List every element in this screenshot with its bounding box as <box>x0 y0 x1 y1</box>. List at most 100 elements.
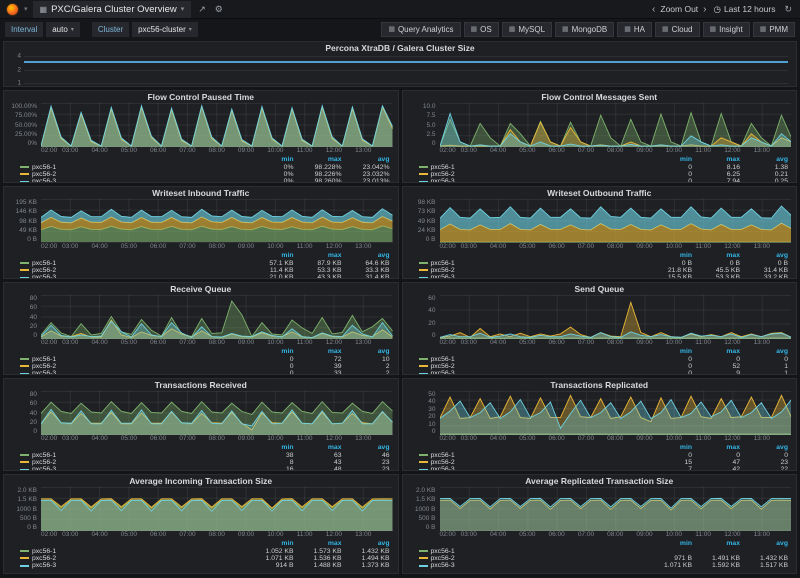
time-range-picker[interactable]: ◷ Last 12 hours <box>714 4 776 15</box>
chart-writeset-inbound-traffic[interactable] <box>41 199 393 243</box>
legend-series-pxc56-3[interactable]: pxc56-3 <box>20 466 246 471</box>
nav-button-mysql[interactable]: ▦MySQL <box>502 22 552 37</box>
nav-button-ha[interactable]: ▦HA <box>617 22 652 37</box>
legend-series-pxc56-1[interactable]: pxc56-1 <box>419 356 645 363</box>
legend-series-label: pxc56-2 <box>431 459 455 466</box>
nav-button-pmm[interactable]: ▦PMM <box>753 22 795 37</box>
y-tick-label: 98 KB <box>418 199 436 206</box>
time-back-icon[interactable]: ‹ <box>652 4 655 15</box>
legend-series-pxc56-3[interactable]: pxc56-3 <box>419 274 645 279</box>
chart-avg-incoming-transaction-size[interactable] <box>41 487 393 531</box>
legend-series-pxc56-1[interactable]: pxc56-1 <box>419 548 645 555</box>
panel-title[interactable]: Flow Control Messages Sent <box>403 91 797 103</box>
legend: minmaxavgpxc56-157.1 KB87.9 KB64.6 KBpxc… <box>4 252 398 279</box>
dashboard-picker[interactable]: ▦ PXC/Galera Cluster Overview ▾ <box>33 1 192 18</box>
legend-series-pxc56-3[interactable]: pxc56-3 <box>20 370 246 375</box>
chart-send-queue[interactable] <box>440 295 792 339</box>
chart-transactions-replicated[interactable] <box>440 391 792 435</box>
legend-series-pxc56-3[interactable]: pxc56-3 <box>20 178 246 183</box>
legend-series-pxc56-2[interactable]: pxc56-2 <box>20 555 246 562</box>
legend-series-pxc56-1[interactable]: pxc56-1 <box>419 452 645 459</box>
legend-header: minmaxavg <box>20 348 390 355</box>
chart-flow-control-messages-sent[interactable] <box>440 103 792 147</box>
legend-series-pxc56-1[interactable]: pxc56-1 <box>20 548 246 555</box>
legend-series-pxc56-3[interactable]: pxc56-3 <box>20 274 246 279</box>
x-tick-label: 06:00 <box>150 435 166 442</box>
legend-series-pxc56-3[interactable]: pxc56-3 <box>419 178 645 183</box>
nav-button-query-analytics[interactable]: ▦Query Analytics <box>381 22 460 37</box>
panel-title[interactable]: Writeset Inbound Traffic <box>4 187 398 199</box>
plot-row: 100.00%75.00%50.00%25.00%0% <box>4 103 393 147</box>
legend-value: 1.592 KB <box>692 562 740 569</box>
panel-title[interactable]: Transactions Replicated <box>403 379 797 391</box>
x-tick-label: 05:00 <box>121 435 137 442</box>
legend-series-pxc56-3[interactable]: pxc56-3 <box>419 466 645 471</box>
panel-title[interactable]: Flow Control Paused Time <box>4 91 398 103</box>
x-tick-label: 10:00 <box>267 243 283 250</box>
x-axis: 02:0003:0004:0005:0006:0007:0008:0009:00… <box>440 435 792 443</box>
x-tick-label: 11:00 <box>695 243 711 250</box>
legend-series-pxc56-2[interactable]: pxc56-2 <box>20 459 246 466</box>
share-icon[interactable]: ↗ <box>196 4 208 15</box>
panel-title[interactable]: Transactions Received <box>4 379 398 391</box>
series-swatch <box>419 550 428 552</box>
nav-button-os[interactable]: ▦OS <box>464 22 499 37</box>
legend-series-pxc56-1[interactable]: pxc56-1 <box>20 356 246 363</box>
panel-title[interactable]: Receive Queue <box>4 283 398 295</box>
chart-transactions-received[interactable] <box>41 391 393 435</box>
legend-series-pxc56-2[interactable]: pxc56-2 <box>419 171 645 178</box>
legend-series-pxc56-2[interactable]: pxc56-2 <box>20 171 246 178</box>
legend-value: 21.0 KB <box>246 274 294 279</box>
gear-icon[interactable]: ⚙ <box>213 4 225 15</box>
grafana-menu-caret-icon[interactable]: ▾ <box>24 5 28 13</box>
chart-receive-queue[interactable] <box>41 295 393 339</box>
panel-title[interactable]: Average Incoming Transaction Size <box>4 475 398 487</box>
nav-button-mongodb[interactable]: ▦MongoDB <box>555 22 614 37</box>
legend-value: 914 B <box>246 562 294 569</box>
legend-series-pxc56-1[interactable]: pxc56-1 <box>20 452 246 459</box>
x-tick-label: 07:00 <box>578 435 594 442</box>
legend-series-label: pxc56-1 <box>431 548 455 555</box>
x-tick-label: 13:00 <box>355 147 371 154</box>
legend-series-pxc56-2[interactable]: pxc56-2 <box>20 363 246 370</box>
cluster-label: Cluster <box>92 22 129 37</box>
chart-flow-control-paused-time[interactable] <box>41 103 393 147</box>
nav-button-cloud[interactable]: ▦Cloud <box>655 22 700 37</box>
legend-row: pxc56-30%98.260%23.013% <box>20 178 390 183</box>
legend-value: 38 <box>246 452 294 459</box>
refresh-icon[interactable]: ↻ <box>782 4 794 15</box>
legend-value: 1.432 KB <box>740 555 788 562</box>
legend-value: 23 <box>740 459 788 466</box>
chart-avg-replicated-transaction-size[interactable] <box>440 487 792 531</box>
plot-row: 806040200 <box>4 295 393 339</box>
legend-series-pxc56-1[interactable]: pxc56-1 <box>419 164 645 171</box>
dashboard-title: PXC/Galera Cluster Overview <box>51 4 177 15</box>
legend-series-pxc56-3[interactable]: pxc56-3 <box>419 562 645 569</box>
legend-series-pxc56-3[interactable]: pxc56-3 <box>20 562 246 569</box>
cluster-dropdown[interactable]: pxc56-cluster ▾ <box>132 22 198 37</box>
time-forward-icon[interactable]: › <box>703 4 706 15</box>
legend-series-pxc56-2[interactable]: pxc56-2 <box>419 459 645 466</box>
legend-series-label: pxc56-1 <box>431 164 455 171</box>
series-swatch <box>20 469 29 471</box>
interval-dropdown[interactable]: auto ▾ <box>46 22 80 37</box>
legend-series-pxc56-2[interactable]: pxc56-2 <box>419 267 645 274</box>
panel-title[interactable]: Send Queue <box>403 283 797 295</box>
legend-series-pxc56-2[interactable]: pxc56-2 <box>419 363 645 370</box>
legend-series-pxc56-2[interactable]: pxc56-2 <box>20 267 246 274</box>
legend-series-pxc56-3[interactable]: pxc56-3 <box>419 370 645 375</box>
legend-series-pxc56-1[interactable]: pxc56-1 <box>419 260 645 267</box>
grafana-logo[interactable] <box>6 3 19 16</box>
panel-title[interactable]: Percona XtraDB / Galera Cluster Size <box>4 42 796 54</box>
zoom-out-button[interactable]: Zoom Out <box>660 4 698 14</box>
panel-title[interactable]: Average Replicated Transaction Size <box>403 475 797 487</box>
chart-writeset-outbound-traffic[interactable] <box>440 199 792 243</box>
legend-value: 22 <box>740 466 788 471</box>
nav-button-insight[interactable]: ▦Insight <box>703 22 750 37</box>
legend-series-pxc56-2[interactable]: pxc56-2 <box>419 555 645 562</box>
panel-title[interactable]: Writeset Outbound Traffic <box>403 187 797 199</box>
y-tick-label: 98 KB <box>19 218 37 225</box>
legend-series-pxc56-1[interactable]: pxc56-1 <box>20 260 246 267</box>
legend-series-pxc56-1[interactable]: pxc56-1 <box>20 164 246 171</box>
cluster-size-chart[interactable]: 421 <box>10 54 788 85</box>
